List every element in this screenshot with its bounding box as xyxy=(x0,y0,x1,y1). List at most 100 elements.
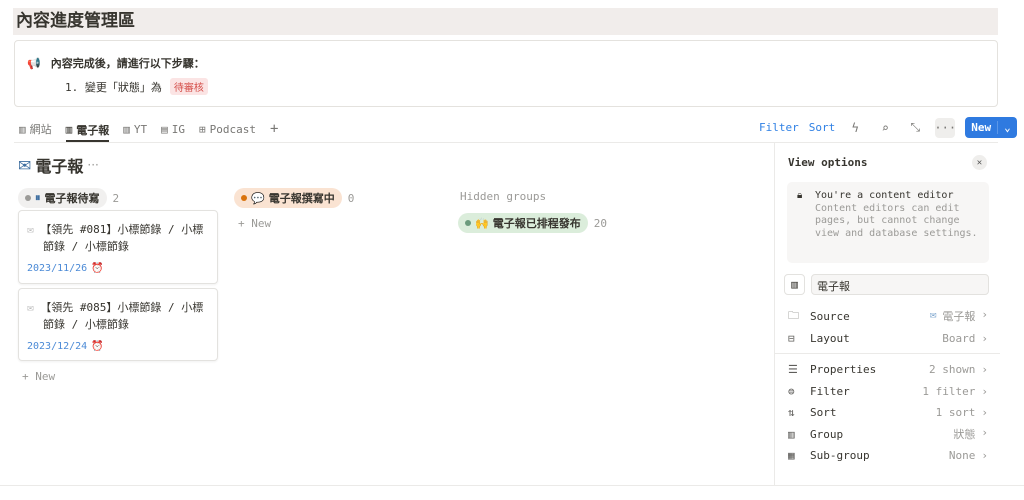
folder-icon: 🗀 xyxy=(788,308,799,322)
board-card[interactable]: ✉ 【領先 #085】小標節錄 / 小標節錄 / 小標節錄 2023/12/24… xyxy=(18,288,218,361)
tab-yt[interactable]: ▥ YT xyxy=(123,119,147,139)
view-name-input[interactable]: 電子報 xyxy=(811,274,989,295)
board-icon: ▥ xyxy=(19,122,26,136)
card-title: 【領先 #081】小標節錄 / 小標節錄 / 小標節錄 xyxy=(40,223,204,253)
row-value: 電子報 xyxy=(942,310,976,323)
panel-title: View options xyxy=(788,156,868,169)
tab-label: IG xyxy=(171,122,185,136)
list-icon: ☰ xyxy=(788,362,798,376)
filter-row[interactable]: ⊜ Filter 1 filter › xyxy=(788,381,988,401)
row-value: 2 shown xyxy=(929,362,976,376)
row-label: Properties xyxy=(810,362,877,376)
callout: 📢 內容完成後，請進行以下步驟： 1. 變更「狀態」為 待審核 xyxy=(14,40,998,107)
tab-label: 網站 xyxy=(29,123,52,136)
layout-icon: ⊟ xyxy=(788,331,795,345)
row-label: Filter xyxy=(810,384,850,398)
board-title: ✉ 電子報 ··· xyxy=(18,153,99,177)
source-row[interactable]: 🗀 Source ✉ 電子報 › xyxy=(788,306,988,326)
megaphone-icon: 📢 xyxy=(27,56,41,70)
divider xyxy=(775,353,1000,354)
add-view-button[interactable]: + xyxy=(270,119,278,139)
mail-icon: ✉ xyxy=(929,308,937,321)
grid-icon: ▦ xyxy=(788,448,795,462)
group-count: 0 xyxy=(347,191,355,205)
callout-step: 1. 變更「狀態」為 xyxy=(65,80,162,94)
view-tabs: ▥ 網站 ▥ 電子報 ▥ YT ▤ IG ⊞ Podcast + xyxy=(19,119,278,142)
tab-ig[interactable]: ▤ IG xyxy=(161,119,185,139)
row-label: Group xyxy=(810,427,844,441)
group-count: 20 xyxy=(593,216,607,230)
group-header[interactable]: 💬 電子報撰寫中 0 xyxy=(234,188,354,208)
status-tag: 待審核 xyxy=(169,78,208,95)
group-header[interactable]: ⏸ 電子報待寫 2 xyxy=(18,188,119,208)
page-title: 內容進度管理區 xyxy=(13,8,998,35)
hidden-group[interactable]: 🙌 電子報已排程發布 20 xyxy=(458,213,607,233)
card-date: 2023/11/26 xyxy=(27,263,88,274)
notice-body: Content editors can edit pages, but cann… xyxy=(815,202,978,239)
lightning-icon[interactable]: ϟ xyxy=(845,118,865,138)
view-options-panel: View options ✕ 🔒︎ You're a content edito… xyxy=(774,143,1024,485)
tab-newsletter[interactable]: ▥ 電子報 xyxy=(65,119,110,142)
more-icon[interactable]: ··· xyxy=(87,158,98,172)
chevron-right-icon: › xyxy=(981,362,988,376)
card-date: 2023/12/24 xyxy=(27,341,88,352)
calendar-icon: ▤ xyxy=(161,122,168,136)
board-icon: ▥ xyxy=(65,123,73,136)
new-button[interactable]: New ⌄ xyxy=(965,117,1017,138)
row-label: Layout xyxy=(810,331,850,345)
group-label: 電子報待寫 xyxy=(44,192,100,205)
plus-icon: + xyxy=(269,121,279,137)
more-icon[interactable]: ··· xyxy=(934,117,956,138)
tab-label: Podcast xyxy=(209,122,256,136)
close-icon[interactable]: ✕ xyxy=(972,155,987,170)
chevron-right-icon: › xyxy=(981,384,988,398)
row-value: 1 sort xyxy=(935,405,976,419)
filter-icon: ⊜ xyxy=(788,384,795,398)
new-card-button[interactable]: + New xyxy=(22,370,55,383)
board-icon: ▥ xyxy=(788,427,795,441)
new-card-button[interactable]: + New xyxy=(238,217,271,230)
group-label: 電子報撰寫中 xyxy=(268,192,335,205)
alarm-icon: ⏰ xyxy=(91,341,104,352)
row-value: 1 filter xyxy=(922,384,976,398)
tab-website[interactable]: ▥ 網站 xyxy=(19,119,52,139)
table-icon: ⊞ xyxy=(199,122,206,136)
lock-icon: 🔒︎ xyxy=(797,190,803,201)
new-label: New xyxy=(971,121,992,134)
envelope-icon: ✉ xyxy=(27,301,41,314)
board-icon: ▥ xyxy=(784,274,805,295)
group-label: 電子報已排程發布 xyxy=(492,217,581,230)
sort-row[interactable]: ⇅ Sort 1 sort › xyxy=(788,402,988,422)
notice-title: You're a content editor xyxy=(815,190,954,201)
tab-podcast[interactable]: ⊞ Podcast xyxy=(199,119,256,139)
board-card[interactable]: ✉ 【領先 #081】小標節錄 / 小標節錄 / 小標節錄 2023/11/26… xyxy=(18,210,218,284)
chevron-right-icon: › xyxy=(981,331,988,345)
row-value: Board xyxy=(942,331,976,345)
search-icon[interactable]: ⌕ xyxy=(875,118,895,138)
pause-icon: ⏸ xyxy=(35,191,41,204)
mail-icon: ✉ xyxy=(18,155,32,175)
board-title-text: 電子報 xyxy=(35,157,84,176)
board-icon: ▥ xyxy=(123,122,130,136)
divider xyxy=(0,485,1024,486)
chevron-right-icon: › xyxy=(981,308,988,321)
chevron-down-icon[interactable]: ⌄ xyxy=(997,121,1017,134)
chevron-right-icon: › xyxy=(981,405,988,419)
permission-notice: 🔒︎ You're a content editor Content edito… xyxy=(787,182,989,263)
layout-row[interactable]: ⊟ Layout Board › xyxy=(788,328,988,348)
tab-label: YT xyxy=(133,122,148,136)
expand-icon[interactable]: ⤡ xyxy=(905,118,925,138)
properties-row[interactable]: ☰ Properties 2 shown › xyxy=(788,359,988,379)
chevron-right-icon: › xyxy=(981,448,988,462)
subgroup-row[interactable]: ▦ Sub-group None › xyxy=(788,445,988,465)
group-row[interactable]: ▥ Group 狀態 › xyxy=(788,424,988,444)
sort-button[interactable]: Sort xyxy=(809,121,836,134)
row-label: Source xyxy=(810,309,850,323)
row-label: Sort xyxy=(810,405,837,419)
filter-button[interactable]: Filter xyxy=(759,121,799,134)
row-value: None xyxy=(948,448,976,462)
alarm-icon: ⏰ xyxy=(91,263,104,274)
chevron-right-icon: › xyxy=(981,426,988,439)
card-title: 【領先 #085】小標節錄 / 小標節錄 / 小標節錄 xyxy=(40,301,204,331)
row-label: Sub-group xyxy=(810,448,870,462)
